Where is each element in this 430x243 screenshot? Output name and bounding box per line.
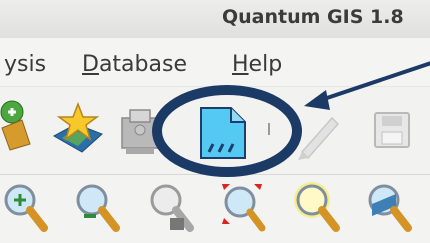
print-composer-icon[interactable] (118, 108, 168, 156)
window-title: Quantum GIS 1.8 (222, 6, 404, 28)
menu-label: ysis (4, 52, 47, 77)
dropdown-separator-icon (268, 123, 270, 135)
pencil-edit-icon[interactable] (288, 108, 346, 164)
menu-accel: D (82, 52, 99, 77)
menu-item-help[interactable]: Help (232, 52, 282, 77)
menu-label: elp (248, 52, 283, 77)
menu-item-database[interactable]: Database (82, 52, 187, 77)
zoom-out-icon[interactable] (74, 180, 120, 236)
menu-accel: H (232, 52, 249, 77)
star-map-icon[interactable] (48, 102, 106, 156)
zoom-in-icon[interactable] (2, 180, 48, 236)
zoom-full-icon[interactable] (220, 180, 266, 236)
new-vector-layer-icon[interactable] (0, 98, 34, 154)
save-icon[interactable] (372, 110, 414, 152)
title-bar: Quantum GIS 1.8 (0, 0, 430, 38)
menu-bar (0, 38, 430, 86)
zoom-native-icon[interactable] (148, 180, 194, 236)
menu-label: atabase (98, 52, 187, 77)
zoom-layer-icon[interactable] (366, 180, 416, 236)
new-spatialite-layer-icon[interactable] (197, 104, 249, 162)
zoom-selection-icon[interactable] (292, 180, 342, 236)
menu-item-analysis[interactable]: ysis (4, 52, 46, 77)
